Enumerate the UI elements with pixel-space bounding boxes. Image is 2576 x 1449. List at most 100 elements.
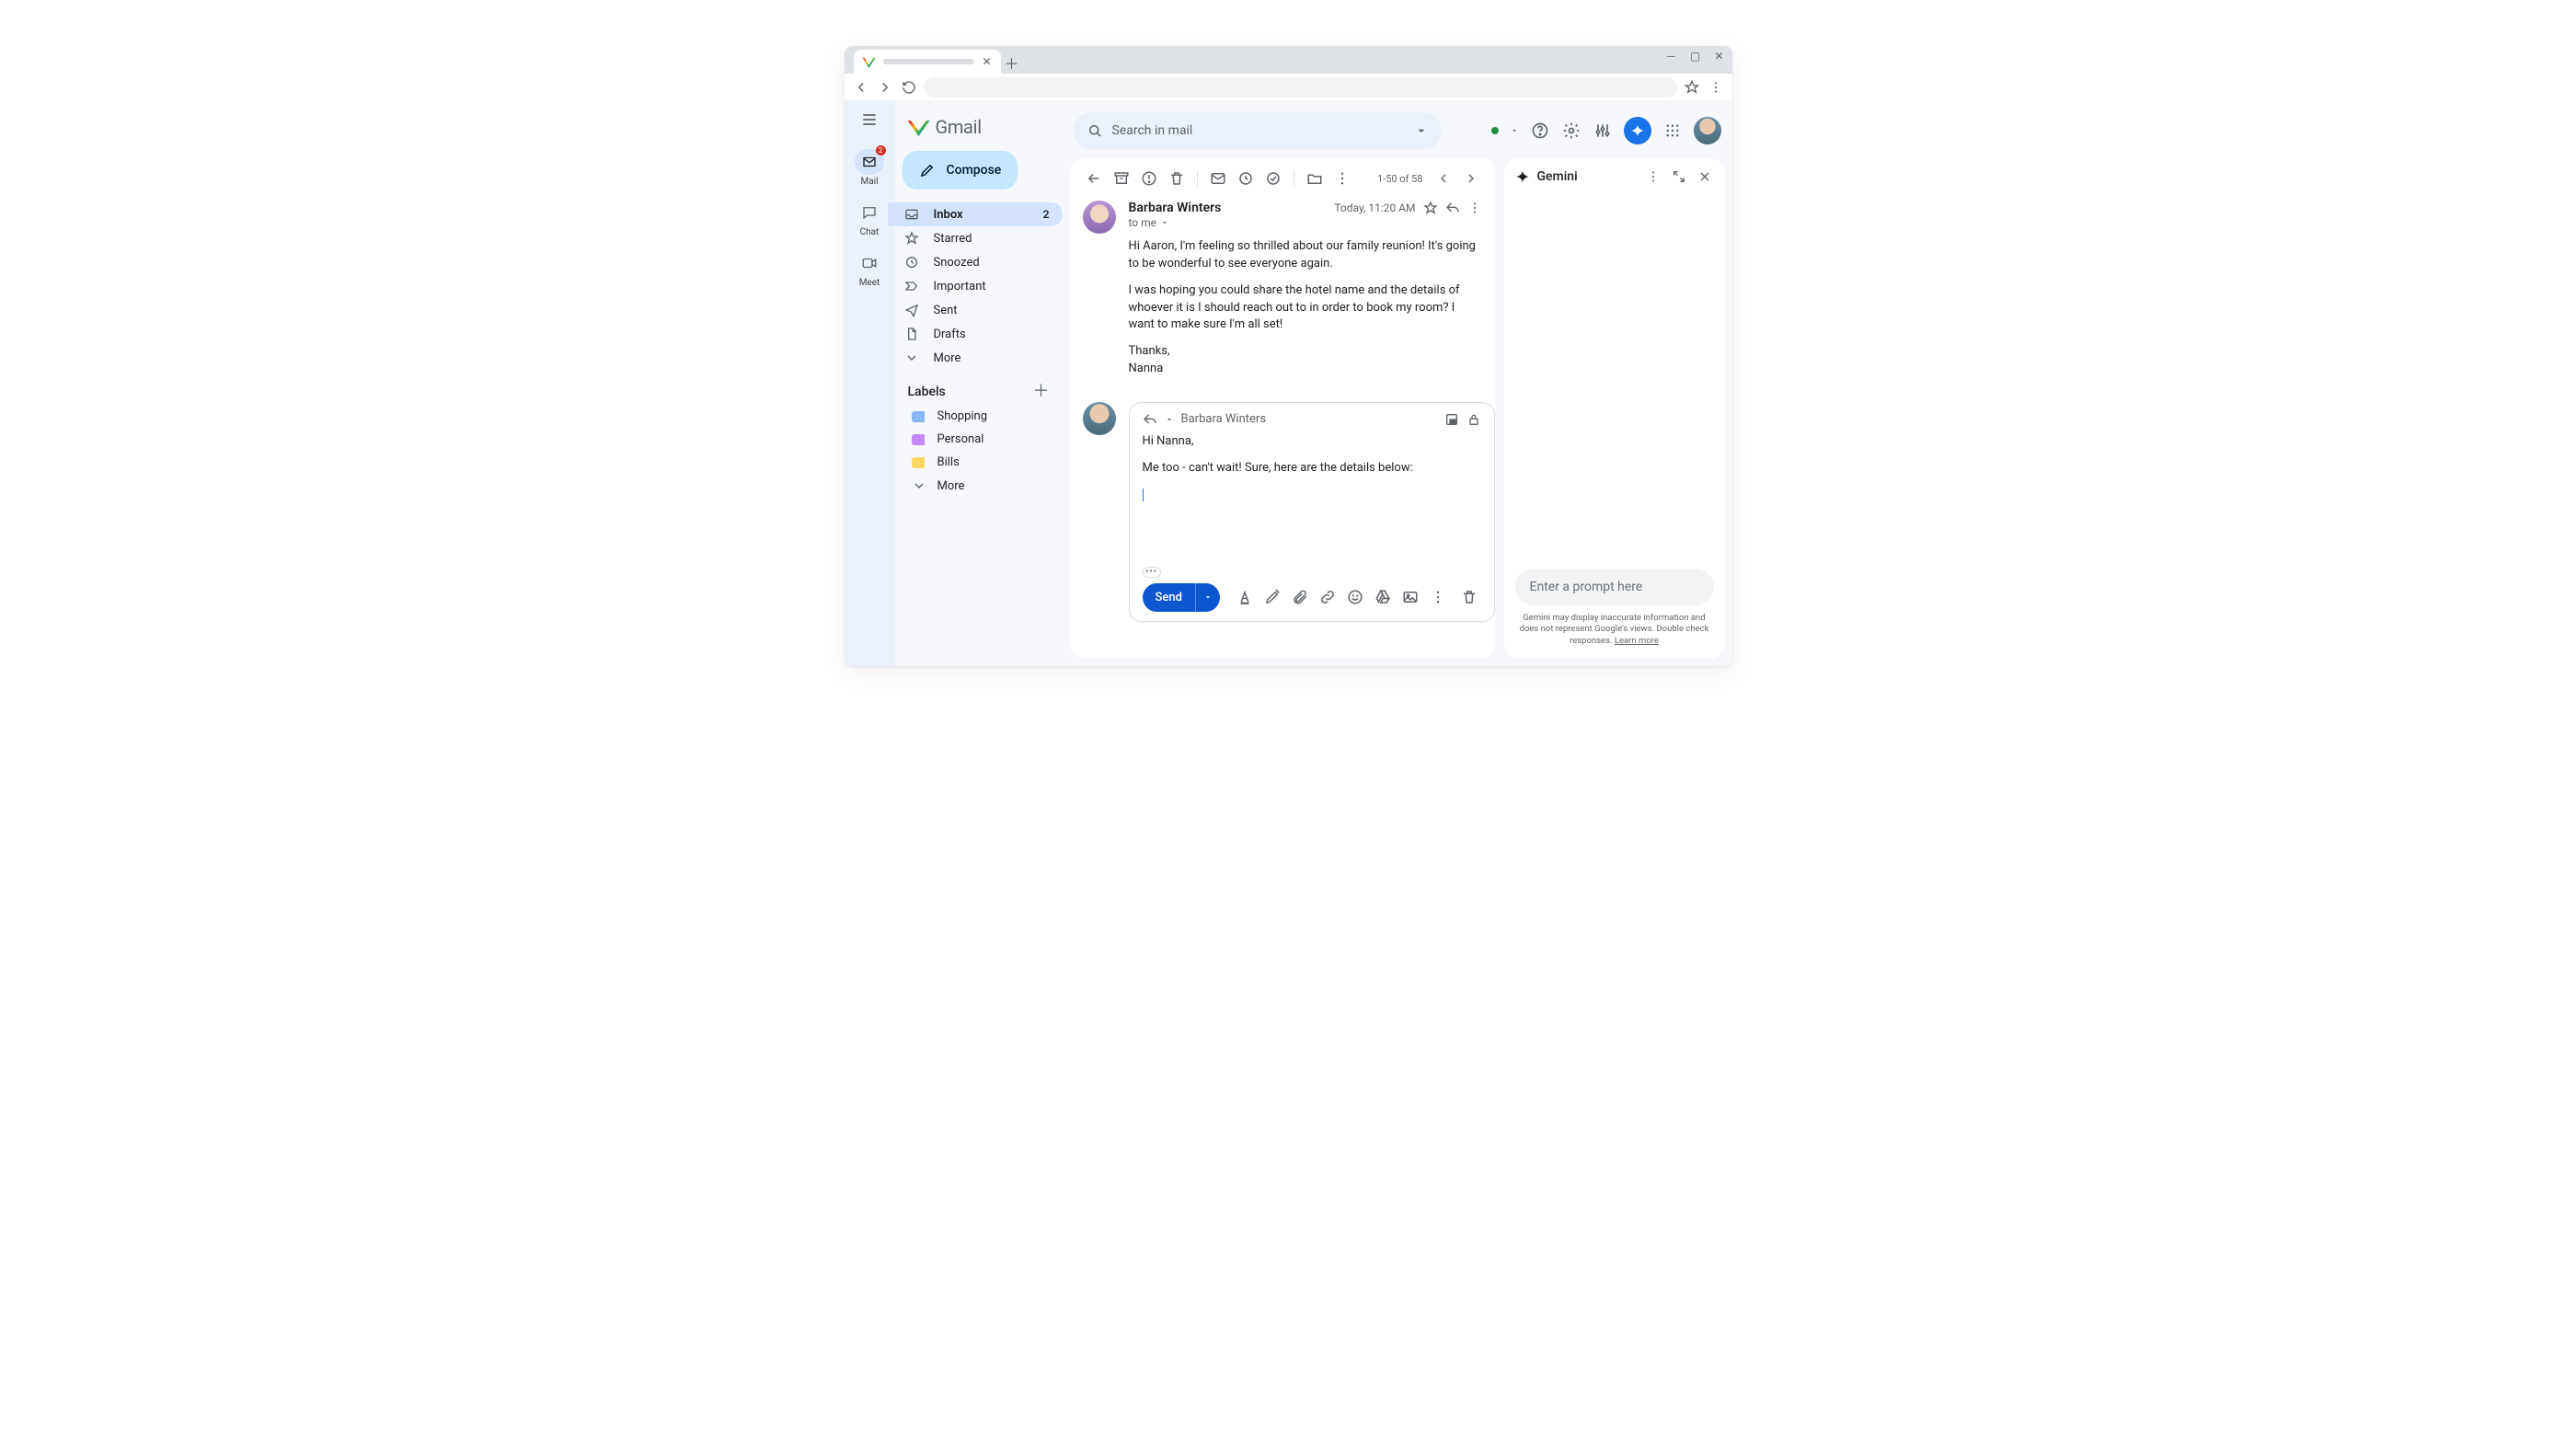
- folder-more[interactable]: More: [888, 346, 1063, 370]
- label-shopping[interactable]: Shopping: [895, 405, 1063, 428]
- search-input[interactable]: Search in mail: [1074, 112, 1442, 149]
- account-avatar[interactable]: [1694, 117, 1721, 144]
- reply-button[interactable]: [1445, 201, 1460, 215]
- nav-forward-button[interactable]: [876, 78, 894, 97]
- delete-button[interactable]: [1166, 167, 1188, 190]
- apps-grid-button[interactable]: [1662, 121, 1683, 141]
- help-me-write-button[interactable]: [1260, 585, 1284, 609]
- search-options-icon[interactable]: [1414, 123, 1429, 138]
- gemini-spark-icon: [1515, 169, 1530, 184]
- gemini-panel: Gemini Enter a prompt here Gemini may di…: [1504, 158, 1725, 659]
- attach-file-button[interactable]: [1288, 585, 1312, 609]
- browser-tab[interactable]: ✕: [854, 50, 1001, 74]
- window-minimize-button[interactable]: ─: [1664, 50, 1679, 63]
- to-text: to me: [1129, 216, 1157, 229]
- folder-important[interactable]: Important: [888, 274, 1063, 298]
- status-indicator-icon[interactable]: [1491, 127, 1499, 134]
- insert-link-button[interactable]: [1316, 585, 1340, 609]
- reply-type-dropdown-icon[interactable]: [1165, 415, 1174, 424]
- gmail-logo-icon: [908, 118, 930, 136]
- show-trimmed-button[interactable]: •••: [1143, 567, 1161, 578]
- compose-label: Compose: [947, 163, 1002, 178]
- search-placeholder: Search in mail: [1112, 123, 1405, 138]
- learn-more-link[interactable]: Learn more: [1615, 636, 1659, 646]
- star-message-button[interactable]: [1423, 201, 1438, 215]
- show-details-icon[interactable]: [1160, 218, 1169, 227]
- message-menu-button[interactable]: [1467, 201, 1482, 215]
- rail-item-mail[interactable]: 2 Mail: [845, 144, 895, 192]
- chevron-down-icon: [904, 351, 921, 365]
- formatting-options-button[interactable]: [1233, 585, 1257, 609]
- nav-reload-button[interactable]: [900, 78, 918, 97]
- new-tab-button[interactable]: ＋: [1001, 52, 1023, 74]
- discard-draft-button[interactable]: [1457, 585, 1481, 609]
- bookmark-star-icon[interactable]: [1683, 78, 1701, 97]
- window-close-button[interactable]: ✕: [1712, 50, 1727, 63]
- tab-close-button[interactable]: ✕: [982, 55, 991, 68]
- insert-photo-button[interactable]: [1398, 585, 1422, 609]
- address-bar[interactable]: [924, 77, 1677, 98]
- more-actions-button[interactable]: [1331, 167, 1353, 190]
- folder-snoozed[interactable]: Snoozed: [888, 250, 1063, 274]
- prev-page-button[interactable]: [1432, 167, 1455, 190]
- window-maximize-button[interactable]: ▢: [1688, 50, 1703, 63]
- main-column: Search in mail: [1070, 101, 1732, 666]
- gmail-brand[interactable]: Gmail: [895, 110, 1063, 151]
- mark-unread-button[interactable]: [1207, 167, 1229, 190]
- archive-button[interactable]: [1110, 167, 1133, 190]
- labels-more[interactable]: More: [895, 474, 1063, 498]
- mail-unread-badge: 2: [876, 145, 886, 155]
- recipient-line[interactable]: to me: [1129, 216, 1482, 229]
- labels-heading: Labels: [908, 385, 946, 399]
- folder-label: Important: [934, 280, 986, 293]
- drafts-icon: [904, 327, 921, 341]
- folder-starred[interactable]: Starred: [888, 226, 1063, 250]
- popout-reply-button[interactable]: [1444, 412, 1459, 427]
- browser-menu-icon[interactable]: [1707, 78, 1725, 97]
- next-page-button[interactable]: [1460, 167, 1482, 190]
- move-to-button[interactable]: [1304, 167, 1326, 190]
- folder-inbox[interactable]: Inbox 2: [888, 202, 1063, 226]
- help-button[interactable]: [1530, 121, 1550, 141]
- add-label-button[interactable]: ＋: [1033, 385, 1050, 398]
- confidential-mode-button[interactable]: [1466, 412, 1481, 427]
- nav-back-button[interactable]: [852, 78, 870, 97]
- rail-item-chat[interactable]: Chat: [845, 194, 895, 243]
- inbox-icon: [904, 207, 921, 222]
- gemini-prompt-input[interactable]: Enter a prompt here: [1515, 569, 1714, 605]
- reply-composer: Barbara Winters Hi Nanna, Me too - can't…: [1129, 402, 1495, 622]
- label-personal[interactable]: Personal: [895, 428, 1063, 451]
- main-menu-button[interactable]: [860, 110, 879, 129]
- back-to-inbox-button[interactable]: [1083, 167, 1105, 190]
- compose-more-button[interactable]: [1426, 585, 1450, 609]
- rail-item-meet[interactable]: Meet: [845, 245, 895, 293]
- report-spam-button[interactable]: [1138, 167, 1160, 190]
- reply-textarea[interactable]: Hi Nanna, Me too - can't wait! Sure, her…: [1143, 432, 1481, 561]
- reply-type-button[interactable]: [1143, 412, 1157, 427]
- send-options-button[interactable]: [1195, 583, 1220, 612]
- browser-titlebar: ✕ ＋ ─ ▢ ✕: [845, 46, 1732, 74]
- reply-recipient[interactable]: Barbara Winters: [1181, 412, 1267, 426]
- gemini-close-button[interactable]: [1696, 167, 1714, 186]
- folder-sent[interactable]: Sent: [888, 298, 1063, 322]
- insert-drive-button[interactable]: [1371, 585, 1395, 609]
- gemini-button[interactable]: [1624, 117, 1651, 144]
- tune-button[interactable]: [1593, 121, 1613, 141]
- send-button[interactable]: Send: [1143, 583, 1220, 612]
- sender-avatar[interactable]: [1083, 201, 1116, 234]
- status-dropdown-icon[interactable]: [1510, 123, 1519, 138]
- clock-icon: [904, 255, 921, 270]
- snooze-button[interactable]: [1235, 167, 1257, 190]
- label-color-icon: [912, 411, 925, 422]
- label-bills[interactable]: Bills: [895, 451, 1063, 474]
- compose-button[interactable]: Compose: [903, 151, 1018, 190]
- label-text: Bills: [937, 455, 960, 469]
- folder-drafts[interactable]: Drafts: [888, 322, 1063, 346]
- insert-emoji-button[interactable]: [1343, 585, 1367, 609]
- tab-title-placeholder: [883, 59, 975, 64]
- gemini-expand-button[interactable]: [1670, 167, 1688, 186]
- settings-button[interactable]: [1561, 121, 1581, 141]
- gemini-menu-button[interactable]: [1644, 167, 1662, 186]
- add-to-tasks-button[interactable]: [1262, 167, 1284, 190]
- prompt-placeholder: Enter a prompt here: [1530, 580, 1643, 594]
